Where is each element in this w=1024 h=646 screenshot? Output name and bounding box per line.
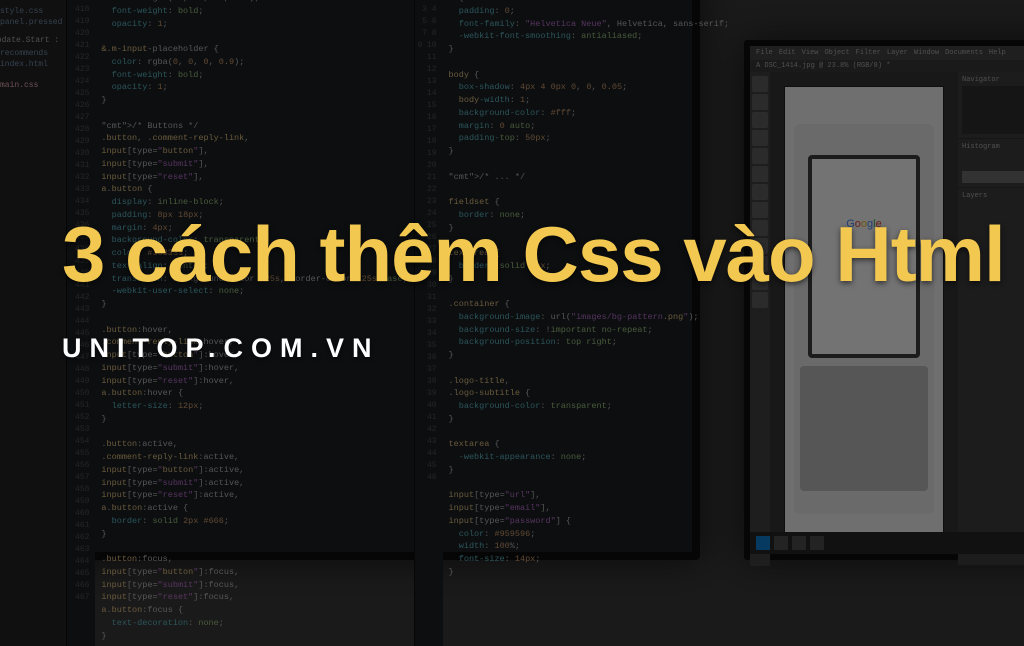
headline-title: 3 cách thêm Css vào Html <box>62 212 1024 296</box>
website-subtitle: UNITOP.COM.VN <box>62 333 1024 364</box>
overlay-text: 3 cách thêm Css vào Html UNITOP.COM.VN <box>0 0 1024 576</box>
